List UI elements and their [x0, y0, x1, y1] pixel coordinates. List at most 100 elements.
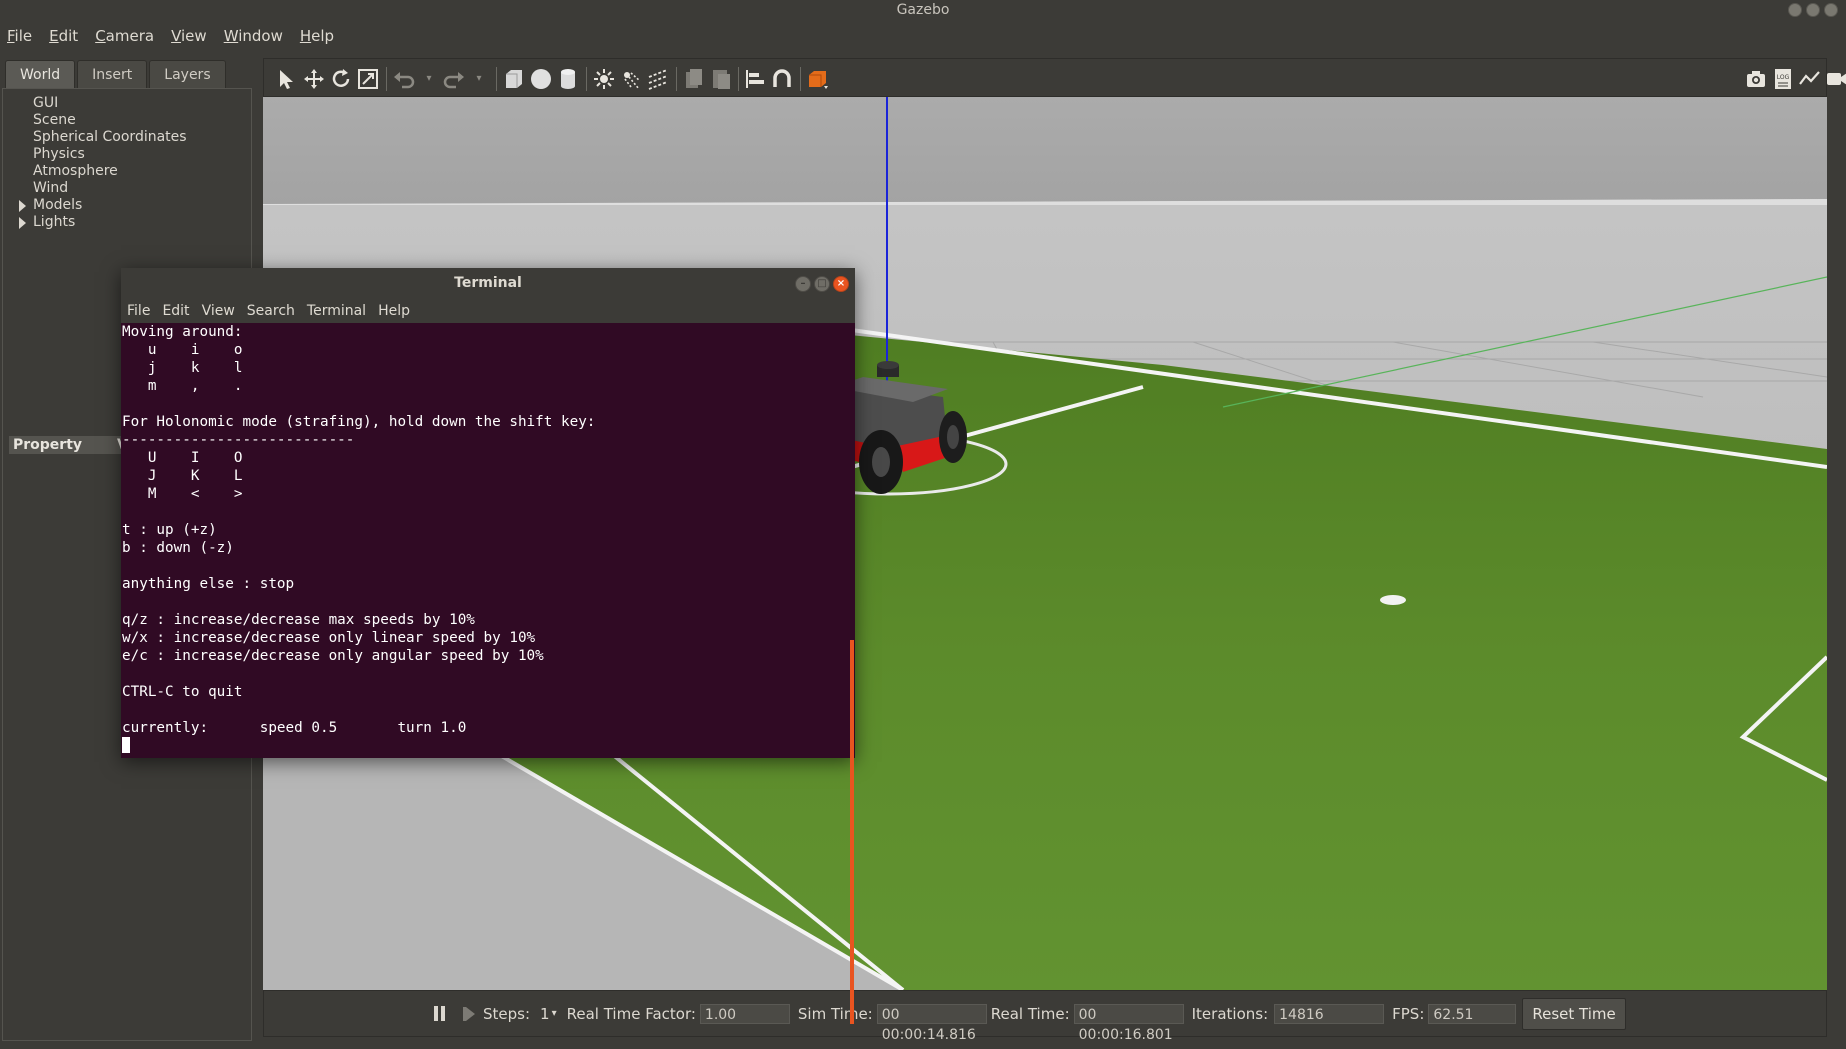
- record-video-icon[interactable]: [1825, 67, 1846, 91]
- tree-item-label: Wind: [33, 180, 69, 196]
- expand-arrow-icon[interactable]: [19, 217, 26, 229]
- terminal-line: ​: [122, 557, 852, 575]
- close-icon[interactable]: ×: [833, 276, 849, 292]
- terminal-menu-edit[interactable]: Edit: [156, 303, 195, 319]
- window-controls: [1788, 3, 1838, 17]
- tree-item-label: Models: [33, 197, 83, 213]
- paste-icon[interactable]: [709, 67, 733, 91]
- scale-icon[interactable]: [356, 67, 380, 91]
- expand-arrow-icon[interactable]: [19, 200, 26, 212]
- terminal-output[interactable]: Moving around: u i o j k l m , .​For Hol…: [122, 323, 852, 758]
- real-time-label: Real Time:: [990, 1004, 1070, 1023]
- terminal-line: ​: [122, 503, 852, 521]
- terminal-line: U I O: [122, 450, 243, 466]
- terminal-titlebar[interactable]: Terminal – □ ×: [121, 268, 855, 299]
- ball: [1380, 595, 1406, 605]
- terminal-window[interactable]: Terminal – □ × File Edit View Search Ter…: [121, 268, 855, 1024]
- real-time-factor-label: Real Time Factor:: [566, 1004, 696, 1023]
- terminal-line: For Holonomic mode (strafing), hold down…: [122, 414, 596, 430]
- tree-item-gui[interactable]: GUI: [3, 95, 187, 112]
- terminal-menubar: File Edit View Search Terminal Help: [121, 299, 855, 323]
- tree-item-spherical-coordinates[interactable]: Spherical Coordinates: [3, 129, 187, 146]
- property-column-header: Property: [13, 437, 83, 453]
- terminal-line: q/z : increase/decrease max speeds by 10…: [122, 612, 475, 628]
- terminal-line: ​: [122, 665, 852, 683]
- minimize-icon[interactable]: [1788, 3, 1802, 17]
- terminal-line: ​: [122, 701, 852, 719]
- tree-item-scene[interactable]: Scene: [3, 112, 187, 129]
- tree-item-lights[interactable]: Lights: [3, 214, 187, 231]
- select-arrow-icon[interactable]: [274, 67, 298, 91]
- terminal-line: b : down (-z): [122, 540, 234, 556]
- rotate-icon[interactable]: [329, 67, 353, 91]
- fps-label: FPS:: [1392, 1004, 1425, 1023]
- tree-item-label: Scene: [33, 112, 76, 128]
- tab-world[interactable]: World: [5, 60, 76, 89]
- terminal-line: currently: speed 0.5 turn 1.0: [122, 720, 467, 736]
- tree-item-label: GUI: [33, 95, 59, 111]
- chevron-down-icon[interactable]: ▾: [552, 1008, 557, 1019]
- align-icon[interactable]: [743, 67, 767, 91]
- maximize-icon[interactable]: □: [814, 276, 830, 292]
- redo-icon[interactable]: [442, 67, 466, 91]
- menu-file[interactable]: File: [0, 27, 42, 45]
- tree-item-atmosphere[interactable]: Atmosphere: [3, 163, 187, 180]
- tab-insert[interactable]: Insert: [77, 60, 148, 89]
- reset-time-button[interactable]: Reset Time: [1522, 997, 1626, 1030]
- translate-icon[interactable]: [302, 67, 326, 91]
- window-title: Gazebo: [896, 2, 950, 18]
- world-tree: GUI Scene Spherical Coordinates Physics …: [3, 95, 187, 231]
- terminal-scrollbar[interactable]: [850, 640, 854, 1024]
- copy-icon[interactable]: [682, 67, 706, 91]
- terminal-line: m , .: [122, 378, 243, 394]
- menu-window[interactable]: Window: [217, 27, 293, 45]
- terminal-line: CTRL-C to quit: [122, 684, 243, 700]
- snap-icon[interactable]: [770, 67, 794, 91]
- pause-icon[interactable]: [434, 1006, 445, 1021]
- minimize-icon[interactable]: –: [795, 276, 811, 292]
- tab-layers[interactable]: Layers: [149, 60, 226, 89]
- log-icon[interactable]: LOG: [1771, 67, 1795, 91]
- menu-camera[interactable]: Camera: [88, 27, 164, 45]
- directional-light-icon[interactable]: [646, 67, 670, 91]
- cylinder-icon[interactable]: [556, 67, 580, 91]
- redo-dropdown-icon[interactable]: ▾: [467, 67, 491, 91]
- terminal-menu-terminal[interactable]: Terminal: [301, 303, 372, 319]
- scene-toolbar: ▾ ▾ LOG: [263, 58, 1846, 97]
- terminal-window-controls: – □ ×: [795, 276, 849, 292]
- menu-view[interactable]: View: [164, 27, 217, 45]
- plot-icon[interactable]: [1798, 67, 1822, 91]
- sky-area: [263, 97, 1827, 204]
- terminal-title: Terminal: [454, 275, 522, 291]
- sphere-icon[interactable]: [529, 67, 553, 91]
- view-angle-icon[interactable]: [806, 67, 830, 91]
- window-titlebar: Gazebo: [0, 0, 1846, 22]
- menu-edit[interactable]: Edit: [42, 27, 88, 45]
- terminal-menu-help[interactable]: Help: [372, 303, 416, 319]
- terminal-menu-file[interactable]: File: [121, 303, 156, 319]
- real-time-factor-field: 1.00: [699, 1003, 790, 1024]
- close-icon[interactable]: [1824, 3, 1838, 17]
- sim-time-field: 00 00:00:14.816: [876, 1003, 987, 1043]
- steps-label: Steps:: [483, 1004, 531, 1023]
- undo-dropdown-icon[interactable]: ▾: [417, 67, 441, 91]
- terminal-line: Moving around:: [122, 324, 243, 340]
- step-icon[interactable]: [463, 1006, 475, 1021]
- terminal-line: u i o: [122, 342, 243, 358]
- terminal-line: M < >: [122, 486, 243, 502]
- terminal-menu-view[interactable]: View: [196, 303, 241, 319]
- tree-item-models[interactable]: Models: [3, 197, 187, 214]
- maximize-icon[interactable]: [1806, 3, 1820, 17]
- point-light-icon[interactable]: [592, 67, 616, 91]
- screenshot-icon[interactable]: [1744, 67, 1768, 91]
- terminal-line: ​: [122, 395, 852, 413]
- box-icon[interactable]: [502, 67, 526, 91]
- tree-item-physics[interactable]: Physics: [3, 146, 187, 163]
- spot-light-icon[interactable]: [619, 67, 643, 91]
- tree-item-wind[interactable]: Wind: [3, 180, 187, 197]
- terminal-line: ---------------------------: [122, 432, 355, 448]
- steps-value[interactable]: 1: [540, 1005, 550, 1023]
- undo-icon[interactable]: [392, 67, 416, 91]
- menu-help[interactable]: Help: [293, 27, 344, 45]
- terminal-menu-search[interactable]: Search: [241, 303, 301, 319]
